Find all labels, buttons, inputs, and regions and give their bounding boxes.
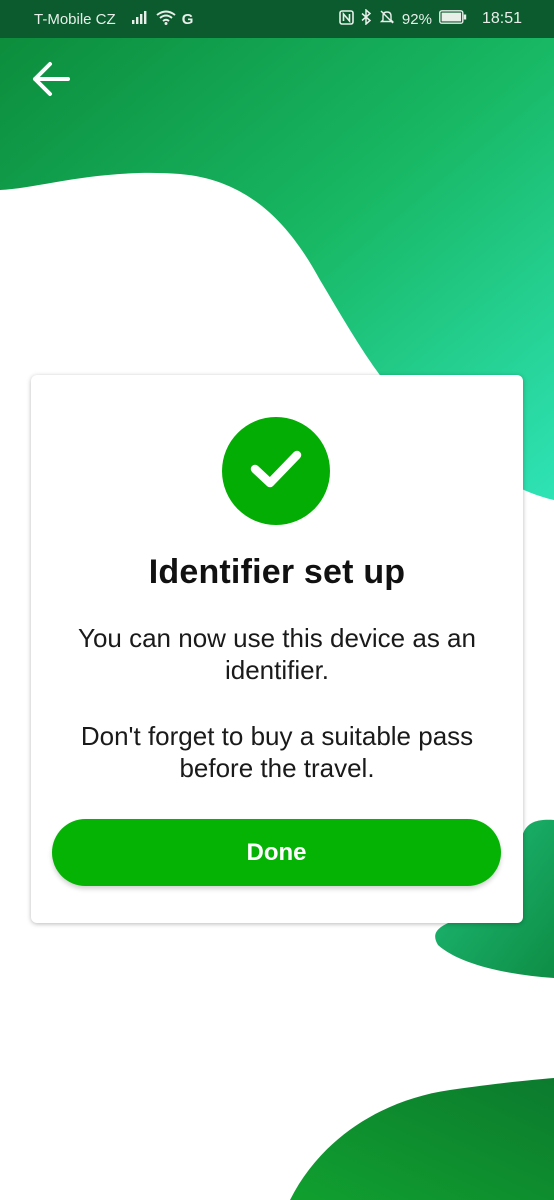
done-button[interactable]: Done: [52, 819, 501, 886]
signal-icon: [131, 10, 150, 28]
checkmark-icon: [246, 444, 306, 499]
bluetooth-icon: [361, 8, 372, 29]
wifi-icon: [156, 10, 176, 29]
success-badge: [222, 417, 330, 525]
nfc-icon: [339, 9, 354, 29]
network-type-label: G: [181, 10, 194, 28]
status-right: 92% 18:51: [339, 8, 522, 29]
dialog-title: Identifier set up: [148, 553, 406, 591]
battery-icon: [439, 10, 467, 28]
clock: 18:51: [481, 10, 522, 27]
dialog-message-secondary: Don't forget to buy a suitable pass befo…: [80, 721, 474, 783]
status-left: T-Mobile CZ G: [34, 10, 193, 29]
mute-icon: [379, 9, 395, 29]
back-button[interactable]: [28, 58, 74, 104]
carrier-name: T-Mobile CZ: [34, 10, 116, 28]
dialog-message-primary: You can now use this device as an identi…: [78, 623, 476, 685]
bottom-wave-shape: [290, 1078, 554, 1200]
back-arrow-icon: [31, 61, 71, 102]
battery-percent: 92%: [401, 10, 432, 28]
status-bar: T-Mobile CZ G 92% 18:51: [0, 0, 554, 38]
success-dialog: Identifier set up You can now use this d…: [31, 375, 523, 923]
